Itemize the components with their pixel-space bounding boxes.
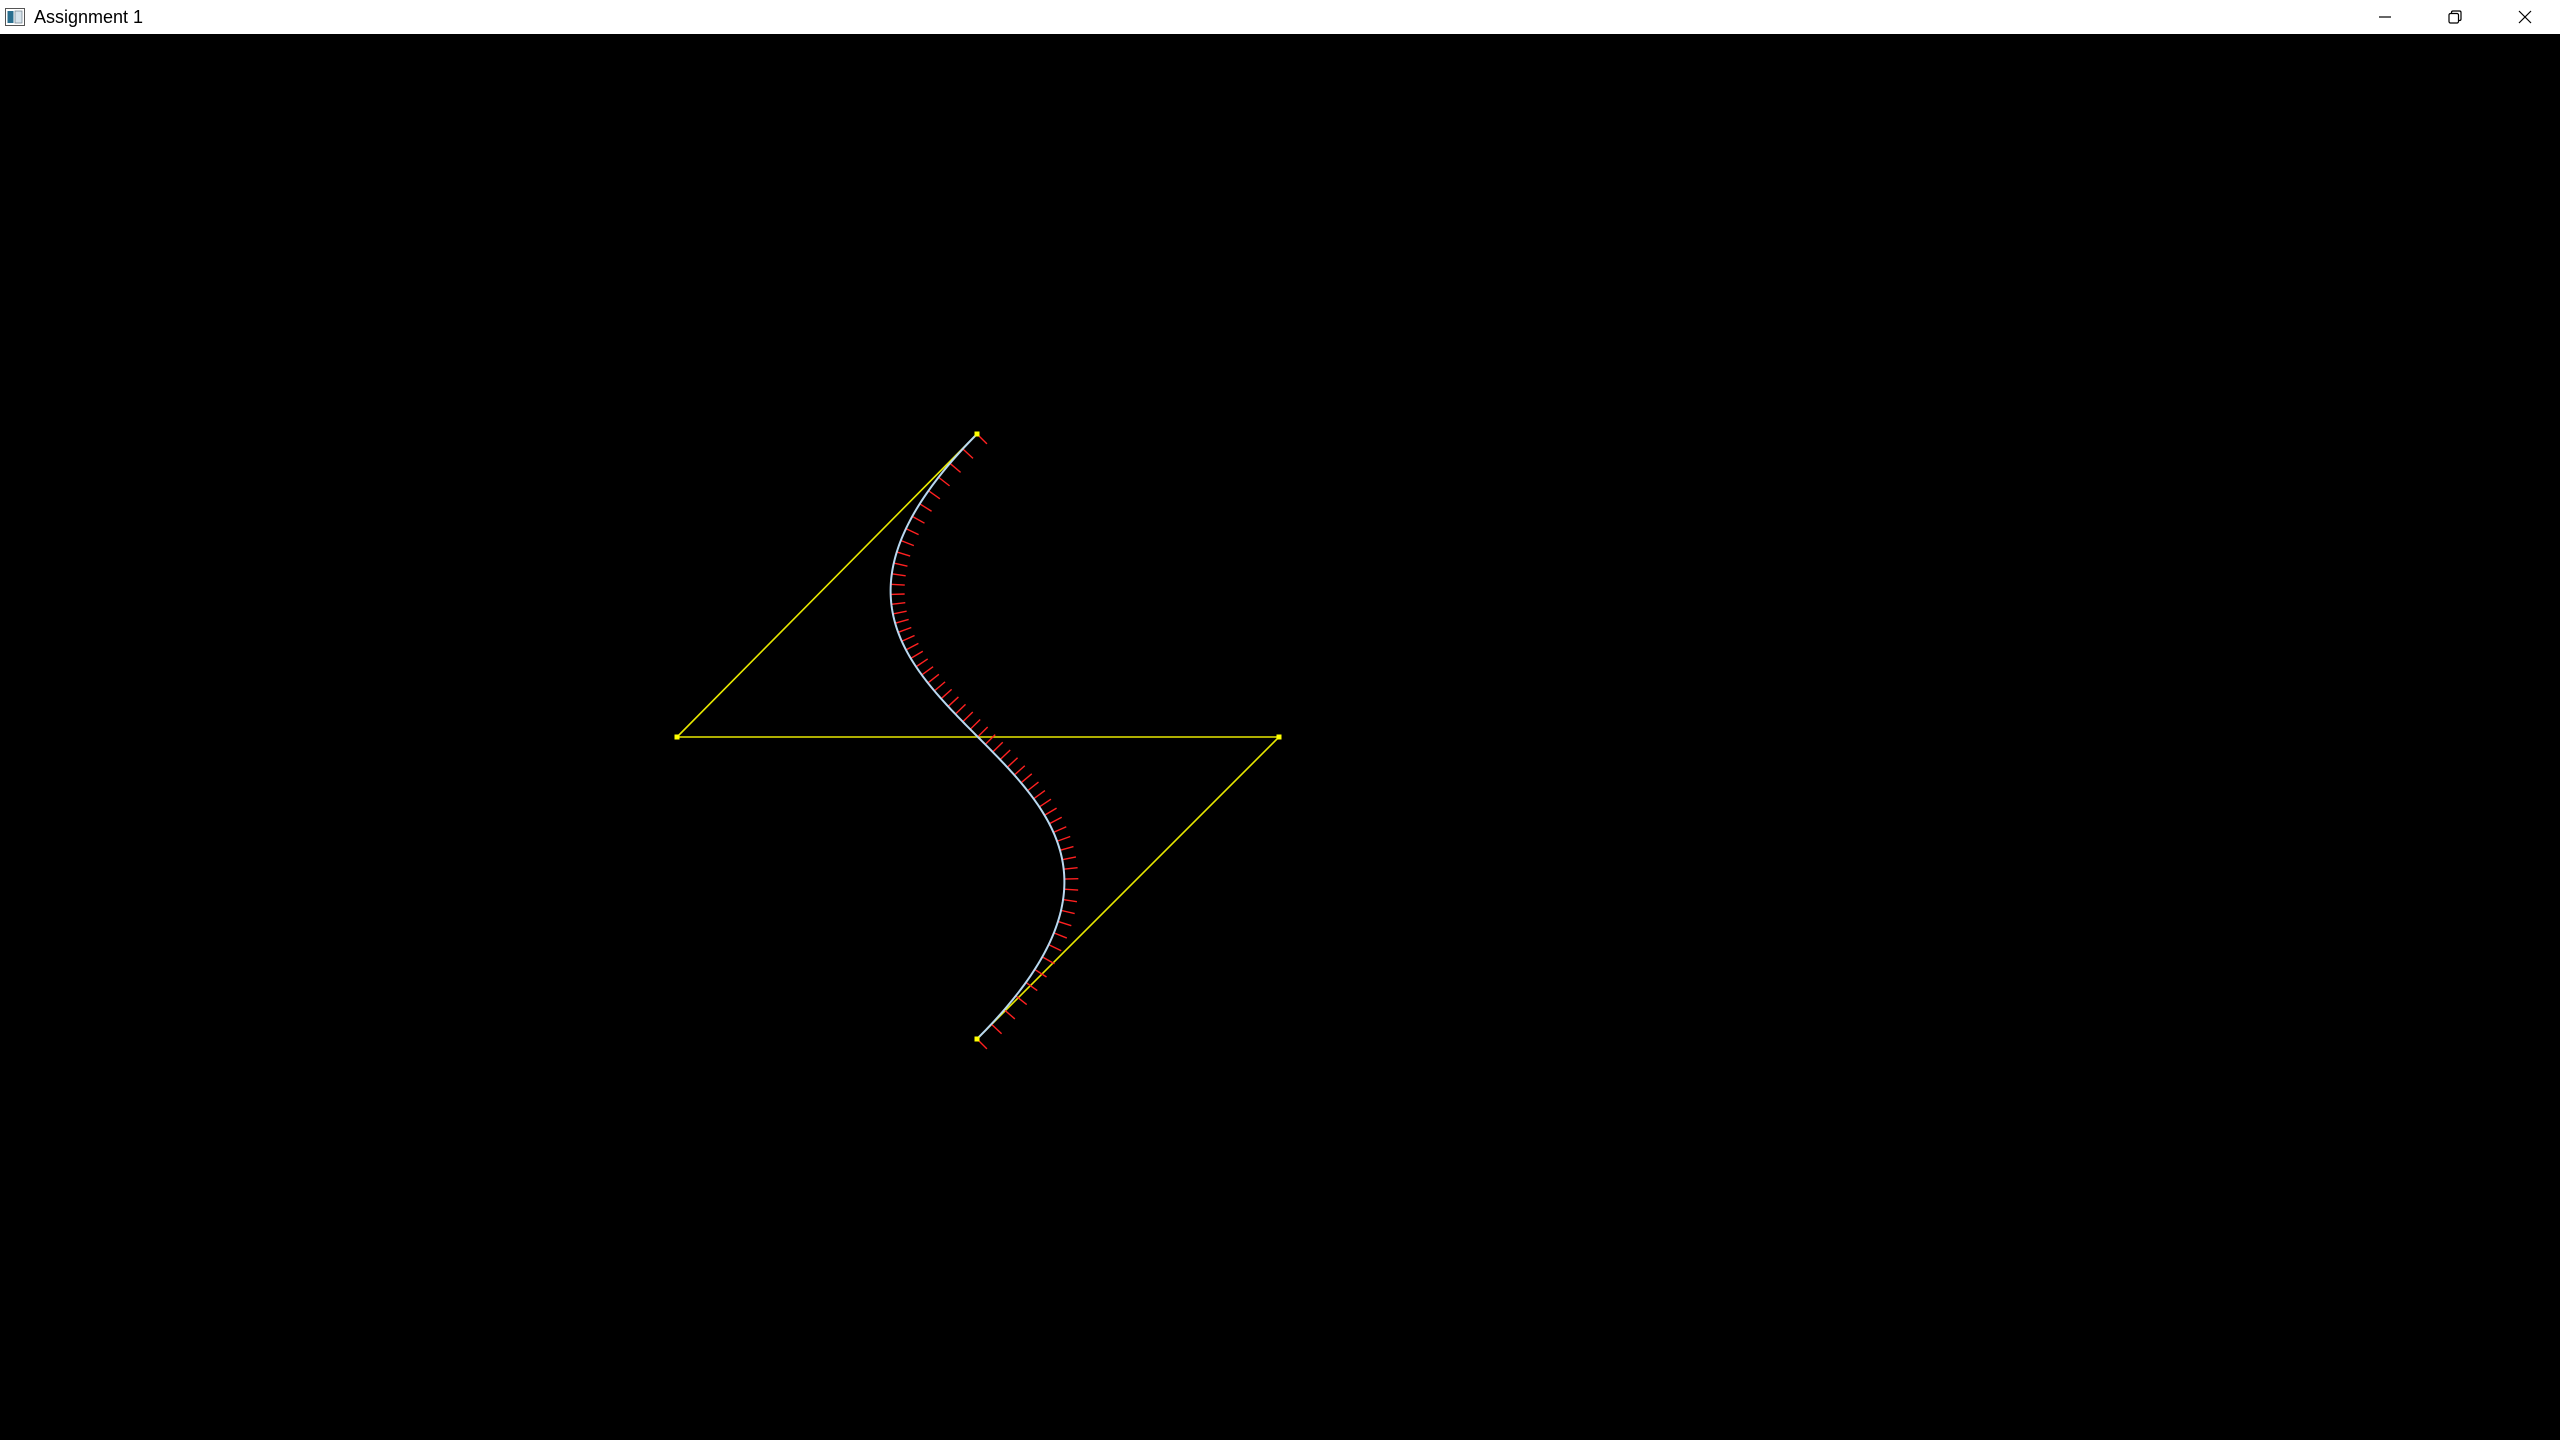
curve-normal-tick <box>969 718 981 730</box>
curve-normal-tick <box>905 642 919 651</box>
curve-normal-tick <box>901 634 915 642</box>
window-app-icon <box>4 7 26 27</box>
curve-normal-tick <box>1003 1009 1016 1020</box>
curve-normal-tick <box>919 503 932 512</box>
curve-normal-tick <box>990 1023 1003 1035</box>
curve-normal-tick <box>892 610 907 615</box>
curve-normal-tick <box>1033 789 1046 800</box>
curve-normal-tick <box>1053 826 1067 834</box>
curve-normal-tick <box>977 726 989 738</box>
curve-normal-tick <box>992 741 1004 753</box>
curve-normal-tick <box>896 551 911 557</box>
close-button[interactable] <box>2490 0 2560 34</box>
restore-icon <box>2448 10 2462 24</box>
curve-normal-tick <box>1027 781 1039 792</box>
control-point-3 <box>1276 734 1282 740</box>
curve-normal-tick <box>1013 765 1026 776</box>
curve-normal-tick <box>915 658 929 668</box>
curve-normal-tick <box>1060 909 1075 915</box>
curve-normal-tick <box>891 573 906 577</box>
curve-normal-tick <box>999 749 1011 761</box>
curve-normal-tick <box>890 583 905 586</box>
curve-normal-tick <box>949 462 962 473</box>
curve-normal-tick <box>1015 995 1028 1006</box>
curve-normal-tick <box>1062 856 1077 861</box>
curve-normal-tick <box>1048 944 1062 952</box>
curve-normal-tick <box>1044 807 1057 816</box>
curve-normal-tick <box>962 711 974 723</box>
curve-normal-tick <box>1056 835 1071 842</box>
curve-normal-tick <box>893 562 908 567</box>
curve-normal-tick <box>962 448 974 459</box>
bezier-scene <box>674 431 1282 1050</box>
curve-normal-tick <box>984 734 996 745</box>
curve-normal-tick <box>891 601 906 605</box>
curve-normal-tick <box>1041 956 1055 965</box>
curve-normal-tick <box>1057 920 1072 927</box>
curve-normal-tick <box>1006 757 1019 768</box>
title-bar[interactable]: Assignment 1 <box>0 0 2560 34</box>
curve-normal-tick <box>894 618 909 624</box>
curve-normal-tick <box>921 666 934 676</box>
render-canvas[interactable] <box>0 34 2560 1440</box>
control-point-1 <box>974 431 980 437</box>
curve-normal-tick <box>1064 888 1079 891</box>
curve-normal-tick <box>933 681 946 692</box>
close-icon <box>2518 10 2532 24</box>
curve-normal-tick <box>1062 898 1078 903</box>
minimize-button[interactable] <box>2350 0 2420 34</box>
curve-normal-tick <box>900 539 915 547</box>
control-point-4 <box>974 1036 980 1042</box>
curve-normals <box>890 433 1079 1050</box>
curve-normal-tick <box>897 626 912 633</box>
minimize-icon <box>2379 16 2391 18</box>
curve-normal-tick <box>910 650 924 660</box>
curve-normal-tick <box>928 490 941 500</box>
curve-normal-tick <box>1059 845 1074 852</box>
curve-normal-tick <box>1020 773 1033 784</box>
curve-normal-tick <box>927 673 940 684</box>
curve-normal-tick <box>938 476 951 487</box>
curve-normal-tick <box>1063 867 1078 870</box>
window-title: Assignment 1 <box>34 6 144 27</box>
curve-normal-tick <box>1053 932 1068 939</box>
app-window: Assignment 1 <box>0 0 2560 1440</box>
curve-normal-tick <box>905 528 919 536</box>
curve-normal-tick <box>1048 816 1063 825</box>
caption-buttons <box>2350 0 2560 34</box>
curve-normal-tick <box>1038 798 1052 808</box>
curve-normal-tick <box>954 703 966 715</box>
curve-normal-tick <box>911 515 925 524</box>
curve-normal-tick <box>947 696 959 707</box>
restore-button[interactable] <box>2420 0 2490 34</box>
control-point-2 <box>674 734 680 740</box>
curve-normal-tick <box>940 688 953 700</box>
